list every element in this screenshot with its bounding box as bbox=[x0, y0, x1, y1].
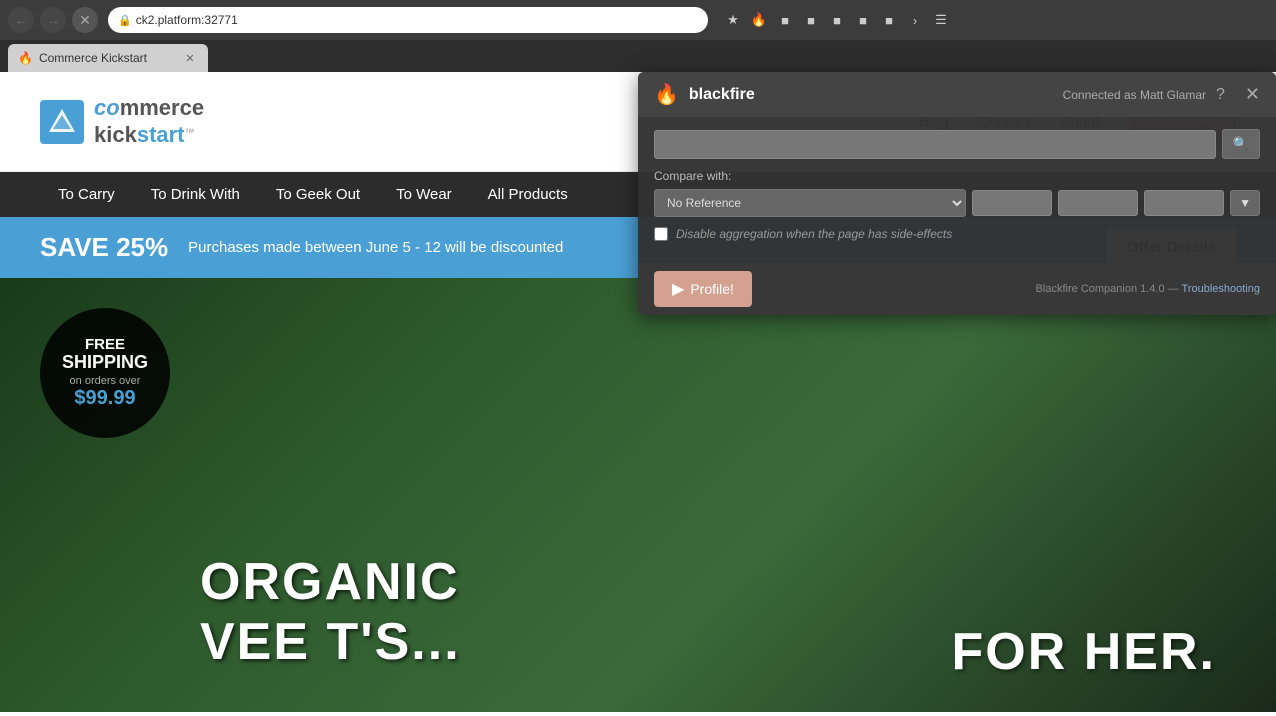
blackfire-profile-btn-label: Profile! bbox=[690, 281, 734, 297]
back-button[interactable]: ← bbox=[8, 7, 34, 33]
hero-headline: ORGANIC VEE T'S... bbox=[200, 552, 461, 672]
page-area: commerce kickstart™ Blog Contact About ●… bbox=[0, 72, 1276, 716]
logo-commerce: commerce bbox=[94, 95, 204, 121]
orders-over-text: on orders over bbox=[70, 375, 141, 387]
toolbar-icons: ★ 🔥 ■ ■ ■ ■ ■ › ☰ bbox=[722, 9, 952, 31]
logo-icon bbox=[47, 107, 77, 137]
blackfire-close-icon[interactable]: ✕ bbox=[1245, 84, 1260, 105]
blackfire-search-row: 🔍 bbox=[654, 129, 1260, 159]
blackfire-header: 🔥 blackfire Connected as Matt Glamar ? ✕ bbox=[638, 72, 1276, 117]
lock-icon: 🔒 bbox=[118, 14, 132, 27]
blackfire-help-icon[interactable]: ? bbox=[1216, 86, 1225, 104]
forward-button[interactable]: → bbox=[40, 7, 66, 33]
troubleshooting-link[interactable]: Troubleshooting bbox=[1182, 283, 1260, 295]
menu-icon[interactable]: ☰ bbox=[930, 9, 952, 31]
ext3-icon[interactable]: ■ bbox=[826, 9, 848, 31]
blackfire-arrow-button[interactable]: ▼ bbox=[1230, 190, 1260, 216]
address-text: ck2.platform:32771 bbox=[136, 13, 238, 27]
ext4-icon[interactable]: ■ bbox=[852, 9, 874, 31]
blackfire-flame-icon: 🔥 bbox=[654, 82, 679, 107]
blackfire-title: blackfire bbox=[689, 86, 755, 104]
blackfire-overlay: 🔥 blackfire Connected as Matt Glamar ? ✕… bbox=[638, 72, 1276, 315]
address-bar[interactable]: 🔒 ck2.platform:32771 bbox=[108, 7, 708, 33]
flame-icon[interactable]: 🔥 bbox=[748, 9, 770, 31]
logo-kickstart: kickstart™ bbox=[94, 122, 204, 148]
blackfire-compare-input2[interactable] bbox=[1058, 190, 1138, 216]
ext2-icon[interactable]: ■ bbox=[800, 9, 822, 31]
reload-button[interactable]: ✕ bbox=[72, 7, 98, 33]
logo-badge bbox=[40, 100, 84, 144]
blackfire-cursor-icon: ▶ bbox=[672, 279, 684, 299]
nav-item-to-wear[interactable]: To Wear bbox=[378, 172, 470, 217]
blackfire-profile-button[interactable]: ▶ Profile! bbox=[654, 271, 752, 307]
vee-text: VEE T'S... bbox=[200, 612, 461, 672]
blackfire-disable-agg-checkbox[interactable] bbox=[654, 227, 668, 241]
blackfire-footer: ▶ Profile! Blackfire Companion 1.4.0 — T… bbox=[638, 263, 1276, 315]
free-text: FREE bbox=[85, 336, 125, 353]
blackfire-reference-select[interactable]: No Reference bbox=[654, 189, 966, 217]
blackfire-footer-text: Blackfire Companion 1.4.0 — Troubleshoot… bbox=[1036, 283, 1260, 295]
ext5-icon[interactable]: ■ bbox=[878, 9, 900, 31]
tab-bar: 🔥 Commerce Kickstart ✕ bbox=[0, 40, 1276, 72]
active-tab[interactable]: 🔥 Commerce Kickstart ✕ bbox=[8, 44, 208, 72]
tab-title: Commerce Kickstart bbox=[39, 51, 176, 65]
nav-item-to-drink-with[interactable]: To Drink With bbox=[133, 172, 258, 217]
logo-area: commerce kickstart™ bbox=[40, 95, 204, 148]
logo-text: commerce kickstart™ bbox=[94, 95, 204, 148]
blackfire-compare-label: Compare with: bbox=[654, 169, 1260, 183]
for-her-text: FOR HER. bbox=[952, 622, 1216, 682]
blackfire-search-input[interactable] bbox=[654, 130, 1216, 159]
price-text: $99.99 bbox=[74, 387, 135, 410]
nav-item-to-geek-out[interactable]: To Geek Out bbox=[258, 172, 378, 217]
browser-chrome: ← → ✕ 🔒 ck2.platform:32771 ★ 🔥 ■ ■ ■ ■ ■… bbox=[0, 0, 1276, 40]
bookmark-icon[interactable]: ★ bbox=[722, 9, 744, 31]
blackfire-condition-text: when the page has side-effects bbox=[786, 227, 952, 241]
nav-item-to-carry[interactable]: To Carry bbox=[40, 172, 133, 217]
blackfire-compare-row: No Reference ▼ bbox=[654, 189, 1260, 217]
organic-text: ORGANIC bbox=[200, 552, 461, 612]
blackfire-compare-input3[interactable] bbox=[1144, 190, 1224, 216]
blackfire-checkbox-row: Disable aggregation when the page has si… bbox=[654, 227, 1260, 241]
shipping-text: SHIPPING bbox=[62, 353, 148, 371]
save-text: SAVE 25% bbox=[40, 232, 168, 263]
tab-favicon-icon: 🔥 bbox=[18, 51, 33, 65]
blackfire-search-button[interactable]: 🔍 bbox=[1222, 129, 1260, 159]
blackfire-body: 🔍 Compare with: No Reference ▼ Disable a… bbox=[638, 117, 1276, 263]
blackfire-compare-input1[interactable] bbox=[972, 190, 1052, 216]
blackfire-connected-text: Connected as Matt Glamar bbox=[1063, 88, 1206, 102]
hero-section: FREE SHIPPING on orders over $99.99 ORGA… bbox=[0, 278, 1276, 712]
ext1-icon[interactable]: ■ bbox=[774, 9, 796, 31]
tab-close-button[interactable]: ✕ bbox=[182, 50, 198, 66]
blackfire-checkbox-label: Disable aggregation when the page has si… bbox=[676, 227, 952, 241]
free-shipping-badge: FREE SHIPPING on orders over $99.99 bbox=[40, 308, 170, 438]
more-icon[interactable]: › bbox=[904, 9, 926, 31]
nav-item-all-products[interactable]: All Products bbox=[470, 172, 586, 217]
